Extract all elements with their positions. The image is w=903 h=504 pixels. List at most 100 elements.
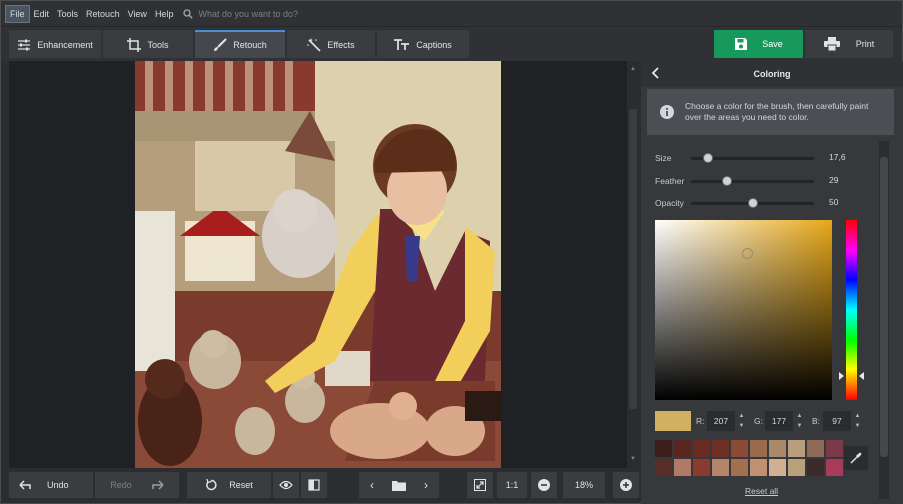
menu-view[interactable]: View	[124, 6, 151, 22]
photo-image[interactable]	[135, 61, 501, 468]
color-saturation-picker[interactable]	[655, 220, 832, 400]
r-stepper[interactable]: ▲ ▼	[736, 411, 747, 431]
app-window: File Edit Tools Retouch View Help What d…	[0, 0, 903, 504]
info-text: Choose a color for the brush, then caref…	[685, 101, 869, 122]
back-arrow-icon[interactable]	[651, 67, 659, 81]
canvas-vertical-scrollbar[interactable]: ▲ ▼	[627, 61, 639, 468]
menu-edit[interactable]: Edit	[30, 6, 54, 22]
b-input[interactable]: 97	[823, 411, 851, 431]
actual-size-button[interactable]: 1:1	[497, 472, 527, 498]
palette-swatch[interactable]	[674, 459, 691, 476]
palette-swatch[interactable]	[807, 440, 824, 457]
g-label: G:	[754, 416, 763, 426]
palette-swatch[interactable]	[826, 459, 843, 476]
reset-icon	[206, 479, 217, 491]
g-stepper[interactable]: ▲ ▼	[794, 411, 805, 431]
search-placeholder: What do you want to do?	[198, 8, 299, 19]
zoom-out-button[interactable]	[531, 472, 557, 498]
palette-swatch[interactable]	[655, 459, 672, 476]
floppy-disk-icon	[735, 38, 748, 50]
palette-swatch[interactable]	[655, 440, 672, 457]
opacity-slider[interactable]: Opacity 50	[655, 196, 845, 210]
palette-swatch[interactable]	[769, 440, 786, 457]
palette-swatch[interactable]	[769, 459, 786, 476]
menu-file[interactable]: File	[5, 4, 30, 23]
crop-icon	[127, 38, 142, 52]
opacity-slider-handle[interactable]	[747, 198, 758, 208]
tab-retouch[interactable]: Retouch	[195, 30, 285, 58]
eyedropper-button[interactable]	[844, 446, 868, 470]
b-stepper[interactable]: ▲ ▼	[852, 411, 863, 431]
menu-help[interactable]: Help	[151, 6, 178, 22]
r-input[interactable]: 207	[707, 411, 735, 431]
undo-label: Undo	[47, 480, 69, 490]
palette-swatch[interactable]	[788, 440, 805, 457]
reset-button[interactable]: Reset	[187, 472, 271, 498]
panel-scrollbar-thumb[interactable]	[880, 157, 888, 457]
color-picker-handle[interactable]	[742, 248, 753, 259]
reset-label: Reset	[229, 480, 253, 490]
feather-label: Feather	[655, 176, 685, 186]
undo-button[interactable]: Undo	[9, 472, 93, 498]
palette-swatch[interactable]	[674, 440, 691, 457]
zoom-in-button[interactable]	[613, 472, 639, 498]
palette-swatch[interactable]	[731, 440, 748, 457]
hue-marker-right-icon[interactable]	[859, 372, 864, 380]
opacity-label: Opacity	[655, 198, 684, 208]
zoom-level[interactable]: 18%	[563, 472, 605, 498]
tab-enhancement[interactable]: Enhancement	[9, 30, 101, 58]
size-slider-handle[interactable]	[703, 153, 714, 163]
palette-swatch[interactable]	[807, 459, 824, 476]
tab-tools[interactable]: Tools	[103, 30, 193, 58]
palette-swatch[interactable]	[731, 459, 748, 476]
tab-captions-label: Captions	[416, 40, 452, 50]
compare-icon	[308, 479, 320, 491]
palette-swatch[interactable]	[750, 459, 767, 476]
size-value: 17,6	[829, 152, 846, 162]
panel-scrollbar[interactable]	[879, 141, 889, 499]
palette-swatch[interactable]	[712, 440, 729, 457]
scrollbar-thumb[interactable]	[629, 109, 637, 409]
compare-button[interactable]	[301, 472, 327, 498]
feather-slider-handle[interactable]	[721, 176, 732, 186]
scroll-down-arrow-icon[interactable]: ▼	[629, 455, 637, 463]
info-box: Choose a color for the brush, then caref…	[647, 89, 894, 135]
hue-marker-left-icon[interactable]	[839, 372, 844, 380]
fit-to-screen-button[interactable]	[467, 472, 493, 498]
menu-search[interactable]: What do you want to do?	[183, 9, 298, 19]
previous-arrow-icon[interactable]: ‹	[370, 478, 374, 492]
image-canvas[interactable]	[9, 61, 627, 468]
size-slider[interactable]: Size 17,6	[655, 151, 846, 165]
coloring-panel: Coloring Choose a color for the brush, t…	[641, 61, 903, 504]
hue-slider[interactable]	[846, 220, 857, 400]
opacity-value: 50	[829, 197, 839, 207]
reset-all-link[interactable]: Reset all	[745, 486, 778, 496]
g-input[interactable]: 177	[765, 411, 793, 431]
palette-swatch[interactable]	[693, 440, 710, 457]
redo-button[interactable]: Redo	[95, 472, 179, 498]
next-arrow-icon[interactable]: ›	[424, 478, 428, 492]
palette-swatch[interactable]	[826, 440, 843, 457]
tab-tools-label: Tools	[147, 40, 169, 50]
palette-swatch[interactable]	[712, 459, 729, 476]
tab-captions[interactable]: Captions	[377, 30, 469, 58]
print-button[interactable]: Print	[805, 30, 893, 58]
palette-swatch[interactable]	[750, 440, 767, 457]
tab-retouch-label: Retouch	[233, 40, 267, 50]
tab-effects[interactable]: Effects	[287, 30, 375, 58]
preview-button[interactable]	[273, 472, 299, 498]
eye-icon	[279, 480, 293, 490]
feather-slider-track[interactable]	[691, 180, 814, 183]
save-button[interactable]: Save	[714, 30, 803, 58]
undo-arrow-icon	[19, 480, 31, 490]
feather-slider[interactable]: Feather 29	[655, 174, 845, 188]
menu-tools[interactable]: Tools	[53, 6, 82, 22]
print-label: Print	[855, 39, 875, 49]
menu-retouch[interactable]: Retouch	[82, 6, 124, 22]
palette-swatch[interactable]	[693, 459, 710, 476]
magic-wand-icon	[307, 38, 321, 52]
palette-swatch[interactable]	[788, 459, 805, 476]
scroll-up-arrow-icon[interactable]: ▲	[629, 65, 637, 73]
color-palette	[655, 440, 843, 478]
folder-icon[interactable]	[392, 480, 406, 491]
